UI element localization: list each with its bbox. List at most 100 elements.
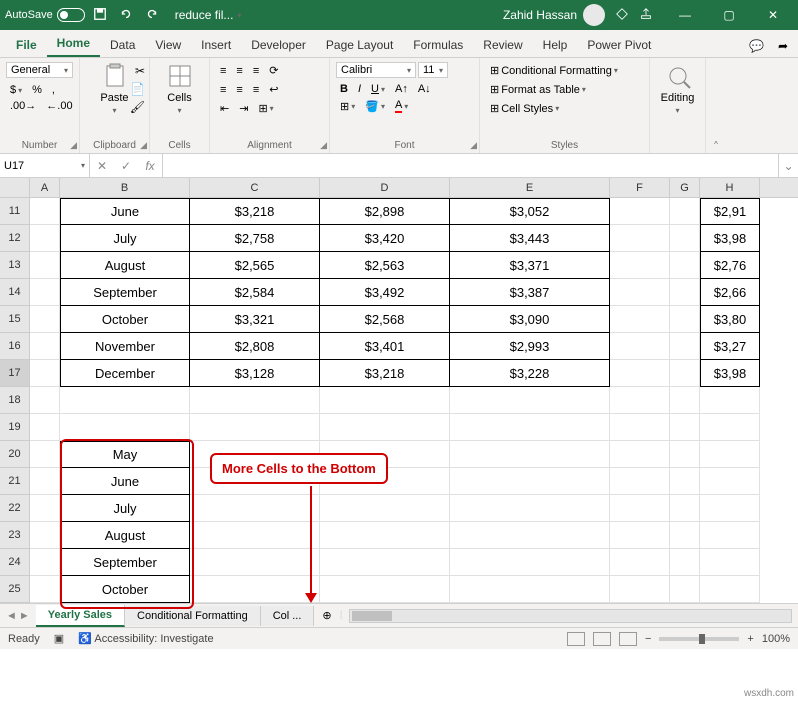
tab-power-pivot[interactable]: Power Pivot: [577, 32, 661, 57]
row-header-21[interactable]: 21: [0, 468, 30, 495]
italic-button[interactable]: I: [354, 81, 365, 97]
cell-A23[interactable]: [30, 522, 60, 549]
cell-F23[interactable]: [610, 522, 670, 549]
cell-A12[interactable]: [30, 225, 60, 252]
cell-B15[interactable]: October: [60, 306, 190, 333]
cancel-formula-icon[interactable]: ✕: [90, 159, 114, 173]
cell-B11[interactable]: June: [60, 198, 190, 225]
cell-G21[interactable]: [670, 468, 700, 495]
cell-A24[interactable]: [30, 549, 60, 576]
font-size-combo[interactable]: 11▾: [418, 62, 448, 78]
cell-E14[interactable]: $3,387: [450, 279, 610, 306]
alignment-dialog-launcher[interactable]: ◢: [320, 140, 327, 151]
cell-G12[interactable]: [670, 225, 700, 252]
cell-C15[interactable]: $3,321: [190, 306, 320, 333]
cell-A19[interactable]: [30, 414, 60, 441]
borders-icon[interactable]: ⊞▾: [336, 98, 359, 115]
cell-F22[interactable]: [610, 495, 670, 522]
redo-icon[interactable]: [145, 7, 159, 24]
cell-G18[interactable]: [670, 387, 700, 414]
cell-B16[interactable]: November: [60, 333, 190, 360]
cut-icon[interactable]: ✂: [135, 64, 145, 78]
accessibility-status[interactable]: ♿ Accessibility: Investigate: [78, 632, 213, 645]
page-break-view-icon[interactable]: [619, 632, 637, 646]
cell-D11[interactable]: $2,898: [320, 198, 450, 225]
cell-D24[interactable]: [320, 549, 450, 576]
currency-icon[interactable]: $ ▾: [6, 82, 26, 98]
column-header-D[interactable]: D: [320, 178, 450, 197]
decrease-indent-icon[interactable]: ⇤: [216, 100, 233, 117]
clipboard-dialog-launcher[interactable]: ◢: [140, 140, 147, 151]
conditional-formatting-button[interactable]: ⊞ Conditional Formatting▾: [486, 62, 643, 79]
cell-A16[interactable]: [30, 333, 60, 360]
cell-H22[interactable]: [700, 495, 760, 522]
cell-F11[interactable]: [610, 198, 670, 225]
column-header-F[interactable]: F: [610, 178, 670, 197]
cell-H18[interactable]: [700, 387, 760, 414]
cell-G23[interactable]: [670, 522, 700, 549]
cell-C25[interactable]: [190, 576, 320, 603]
zoom-out-icon[interactable]: −: [645, 633, 651, 645]
cell-H23[interactable]: [700, 522, 760, 549]
cell-D15[interactable]: $2,568: [320, 306, 450, 333]
cell-G19[interactable]: [670, 414, 700, 441]
cell-G15[interactable]: [670, 306, 700, 333]
cell-H24[interactable]: [700, 549, 760, 576]
tab-data[interactable]: Data: [100, 32, 145, 57]
cell-D17[interactable]: $3,218: [320, 360, 450, 387]
column-header-B[interactable]: B: [60, 178, 190, 197]
increase-decimal-icon[interactable]: .00→: [6, 98, 40, 114]
cell-B17[interactable]: December: [60, 360, 190, 387]
column-header-C[interactable]: C: [190, 178, 320, 197]
cell-E20[interactable]: [450, 441, 610, 468]
cell-G25[interactable]: [670, 576, 700, 603]
cell-G16[interactable]: [670, 333, 700, 360]
cell-F15[interactable]: [610, 306, 670, 333]
cell-H19[interactable]: [700, 414, 760, 441]
expand-formula-bar-icon[interactable]: ⌄: [778, 154, 798, 177]
cell-G13[interactable]: [670, 252, 700, 279]
row-header-15[interactable]: 15: [0, 306, 30, 333]
cell-G22[interactable]: [670, 495, 700, 522]
close-button[interactable]: ✕: [753, 0, 793, 30]
align-bottom-icon[interactable]: ≡: [249, 63, 263, 79]
cell-H17[interactable]: $3,98: [700, 360, 760, 387]
cell-E12[interactable]: $3,443: [450, 225, 610, 252]
row-header-12[interactable]: 12: [0, 225, 30, 252]
sheet-next-icon[interactable]: ►: [19, 610, 30, 622]
cell-A11[interactable]: [30, 198, 60, 225]
cell-F13[interactable]: [610, 252, 670, 279]
cells-icon[interactable]: [166, 62, 194, 90]
cell-C22[interactable]: [190, 495, 320, 522]
cell-A25[interactable]: [30, 576, 60, 603]
cell-H12[interactable]: $3,98: [700, 225, 760, 252]
cell-B19[interactable]: [60, 414, 190, 441]
select-all-corner[interactable]: [0, 178, 30, 197]
tab-formulas[interactable]: Formulas: [403, 32, 473, 57]
percent-icon[interactable]: %: [28, 82, 46, 98]
font-color-icon[interactable]: A▾: [391, 97, 412, 115]
cell-C23[interactable]: [190, 522, 320, 549]
cell-A13[interactable]: [30, 252, 60, 279]
tab-home[interactable]: Home: [47, 30, 100, 57]
normal-view-icon[interactable]: [567, 632, 585, 646]
filename[interactable]: reduce fil... ▾: [175, 8, 242, 22]
cell-E21[interactable]: [450, 468, 610, 495]
cell-D18[interactable]: [320, 387, 450, 414]
cell-H11[interactable]: $2,91: [700, 198, 760, 225]
cell-G24[interactable]: [670, 549, 700, 576]
number-dialog-launcher[interactable]: ◢: [70, 140, 77, 151]
tab-page-layout[interactable]: Page Layout: [316, 32, 403, 57]
column-header-A[interactable]: A: [30, 178, 60, 197]
sheet-tab-col[interactable]: Col ...: [261, 606, 315, 626]
cell-C18[interactable]: [190, 387, 320, 414]
share-icon[interactable]: ➦: [774, 35, 792, 57]
cell-H25[interactable]: [700, 576, 760, 603]
cell-E16[interactable]: $2,993: [450, 333, 610, 360]
number-format-combo[interactable]: General▾: [6, 62, 73, 78]
editing-icon[interactable]: [664, 62, 692, 90]
cell-F20[interactable]: [610, 441, 670, 468]
cell-C12[interactable]: $2,758: [190, 225, 320, 252]
tab-view[interactable]: View: [145, 32, 191, 57]
increase-font-icon[interactable]: A↑: [391, 81, 412, 97]
